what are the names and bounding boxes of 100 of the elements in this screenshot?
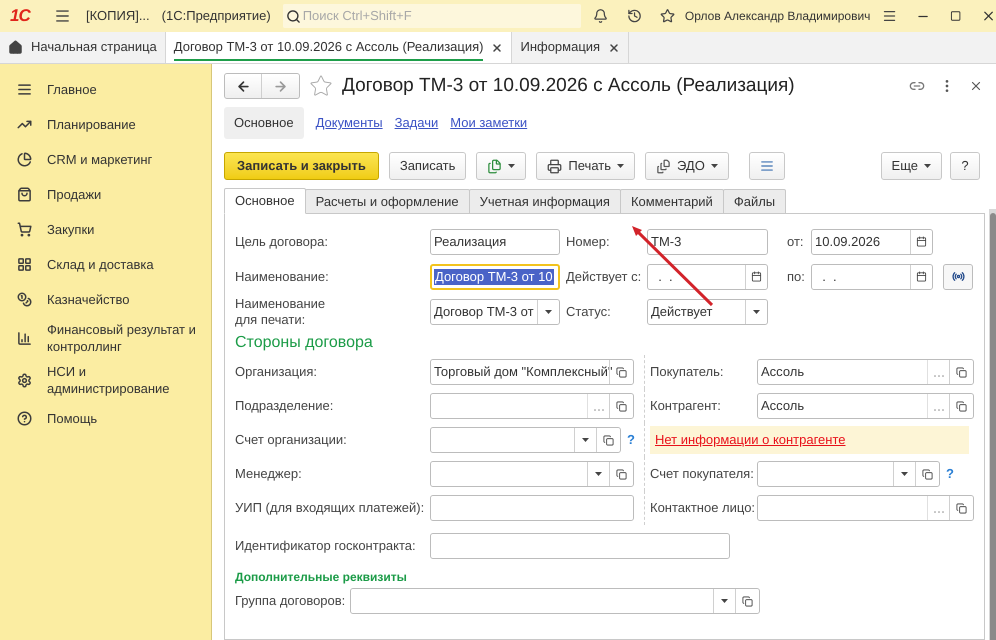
- field-label: Организация:: [235, 364, 318, 380]
- window-tab[interactable]: Договор ТМ-3 от 10.09.2026 с Ассоль (Реализация): [166, 32, 512, 63]
- form-nav-link[interactable]: Задачи: [394, 107, 438, 139]
- input-field[interactable]: ТМ-3: [647, 228, 768, 254]
- toolbar-button[interactable]: Записать: [388, 152, 466, 180]
- help-link[interactable]: ?: [627, 430, 635, 450]
- dropdown-field[interactable]: [757, 461, 940, 487]
- sidebar-item[interactable]: Главное: [0, 72, 211, 107]
- date-field[interactable]: . .: [647, 264, 768, 290]
- sidebar-item[interactable]: Планирование: [0, 107, 211, 142]
- date-field[interactable]: 10.09.2026: [811, 228, 933, 254]
- field-label: Наименование:: [235, 268, 330, 284]
- open-icon: [616, 468, 627, 480]
- field-label: Цель договора:: [235, 234, 329, 250]
- caret-icon: [721, 599, 728, 603]
- create-based-button[interactable]: [476, 152, 526, 180]
- bar-chart-icon: [17, 330, 32, 346]
- window-title: [КОПИЯ]...: [86, 7, 150, 26]
- form-tab[interactable]: Расчеты и оформление: [304, 189, 470, 214]
- dropdown-field[interactable]: [430, 427, 621, 453]
- maximize-icon[interactable]: [950, 10, 961, 22]
- form-tab[interactable]: Комментарий: [620, 189, 724, 214]
- form-nav-link[interactable]: Документы: [316, 107, 383, 139]
- input-field[interactable]: [430, 533, 730, 559]
- tab-label: Информация: [520, 38, 600, 56]
- input-field[interactable]: Реализация: [430, 228, 560, 254]
- form-nav-link[interactable]: Основное: [224, 107, 304, 139]
- dropdown-field[interactable]: Договор ТМ-3 от: [430, 298, 560, 324]
- input-field[interactable]: [430, 495, 634, 521]
- edo-button[interactable]: ЭДО: [645, 152, 729, 180]
- field-value: Торговый дом "Комплексный": [433, 364, 614, 380]
- window-tab[interactable]: Информация: [512, 32, 630, 63]
- field-value: ТМ-3: [650, 234, 682, 250]
- close-icon[interactable]: [491, 42, 504, 54]
- toolbar-button[interactable]: ?: [950, 152, 980, 180]
- app-logo: 1С: [10, 5, 32, 28]
- input-field[interactable]: Ассоль: [757, 393, 974, 419]
- form-nav-link[interactable]: Мои заметки: [450, 107, 528, 139]
- caret-icon: [508, 164, 516, 168]
- input-field[interactable]: Торговый дом "Комплексный": [430, 359, 634, 385]
- favorite-star-icon[interactable]: [309, 74, 333, 98]
- list-button[interactable]: [748, 152, 785, 180]
- dropdown-field[interactable]: Действует: [647, 298, 768, 324]
- search-icon: [286, 8, 301, 24]
- input-field[interactable]: [757, 495, 974, 521]
- input-field[interactable]: Ассоль: [757, 359, 974, 385]
- tab-label: Договор ТМ-3 от 10.09.2026 с Ассоль (Реализация): [174, 34, 484, 62]
- dropdown-field[interactable]: [430, 461, 634, 487]
- field-value: 10.09.2026: [814, 234, 882, 250]
- printer-icon: [547, 158, 562, 174]
- help-link[interactable]: ?: [946, 464, 954, 484]
- history-icon[interactable]: [626, 8, 642, 24]
- more-button[interactable]: Еще: [880, 152, 942, 180]
- user-name[interactable]: Орлов Александр Владимирович: [684, 7, 870, 25]
- field-label: Покупатель:: [650, 364, 724, 380]
- input-field[interactable]: Договор ТМ-3 от 10: [430, 264, 560, 290]
- documents-icon: [487, 158, 502, 174]
- dropdown-field[interactable]: [350, 588, 760, 614]
- period-button[interactable]: [943, 264, 973, 290]
- coins-icon: [17, 292, 32, 307]
- close-icon[interactable]: [969, 79, 983, 93]
- date-field[interactable]: . .: [811, 264, 933, 290]
- sidebar-item[interactable]: Закупки: [0, 212, 211, 247]
- sidebar-item[interactable]: НСИ и администрирование: [0, 359, 211, 401]
- caret-icon: [753, 310, 760, 314]
- form-tab[interactable]: Учетная информация: [468, 189, 621, 214]
- window-tab[interactable]: Начальная страница: [0, 32, 166, 63]
- sidebar-item[interactable]: Казначейство: [0, 282, 211, 317]
- field-label: Контактное лицо:: [650, 500, 756, 516]
- bag-icon: [17, 187, 32, 202]
- search-field[interactable]: Поиск Ctrl+Shift+F: [282, 4, 581, 28]
- input-field[interactable]: [430, 393, 634, 419]
- counterparty-info-link[interactable]: Нет информации о контрагенте: [655, 430, 846, 450]
- field-value: Ассоль: [760, 398, 806, 414]
- open-icon: [922, 468, 933, 480]
- notifications-icon[interactable]: [592, 8, 608, 24]
- print-button[interactable]: Печать: [536, 152, 635, 180]
- caret-icon: [545, 310, 552, 314]
- caret-icon: [924, 164, 931, 168]
- app-name: (1С:Предприятие): [162, 7, 271, 26]
- sidebar-item[interactable]: Финансовый результат и контроллинг: [0, 317, 211, 359]
- form-tab[interactable]: Основное: [224, 188, 306, 214]
- sidebar-item[interactable]: Продажи: [0, 177, 211, 212]
- field-label: Номер:: [566, 234, 611, 250]
- field-label: Счет организации:: [235, 432, 348, 448]
- caret-icon: [582, 438, 589, 442]
- close-icon[interactable]: [608, 42, 620, 54]
- sidebar-item[interactable]: Помощь: [0, 401, 211, 436]
- settings-menu-icon[interactable]: [882, 8, 898, 24]
- arrow-right-icon: [273, 78, 288, 94]
- form-tab[interactable]: Файлы: [722, 189, 786, 214]
- favorites-icon[interactable]: [660, 8, 675, 24]
- form-title: Договор ТМ-3 от 10.09.2026 с Ассоль (Реализация): [342, 74, 795, 98]
- open-icon: [603, 434, 614, 446]
- grid-icon: [17, 257, 32, 272]
- sidebar-item[interactable]: CRM и маркетинг: [0, 142, 211, 177]
- field-label: Подразделение:: [235, 398, 334, 414]
- sidebar-item[interactable]: Склад и доставка: [0, 247, 211, 282]
- settings-icon: [17, 372, 32, 388]
- save-close-button[interactable]: Записать и закрыть: [224, 152, 379, 180]
